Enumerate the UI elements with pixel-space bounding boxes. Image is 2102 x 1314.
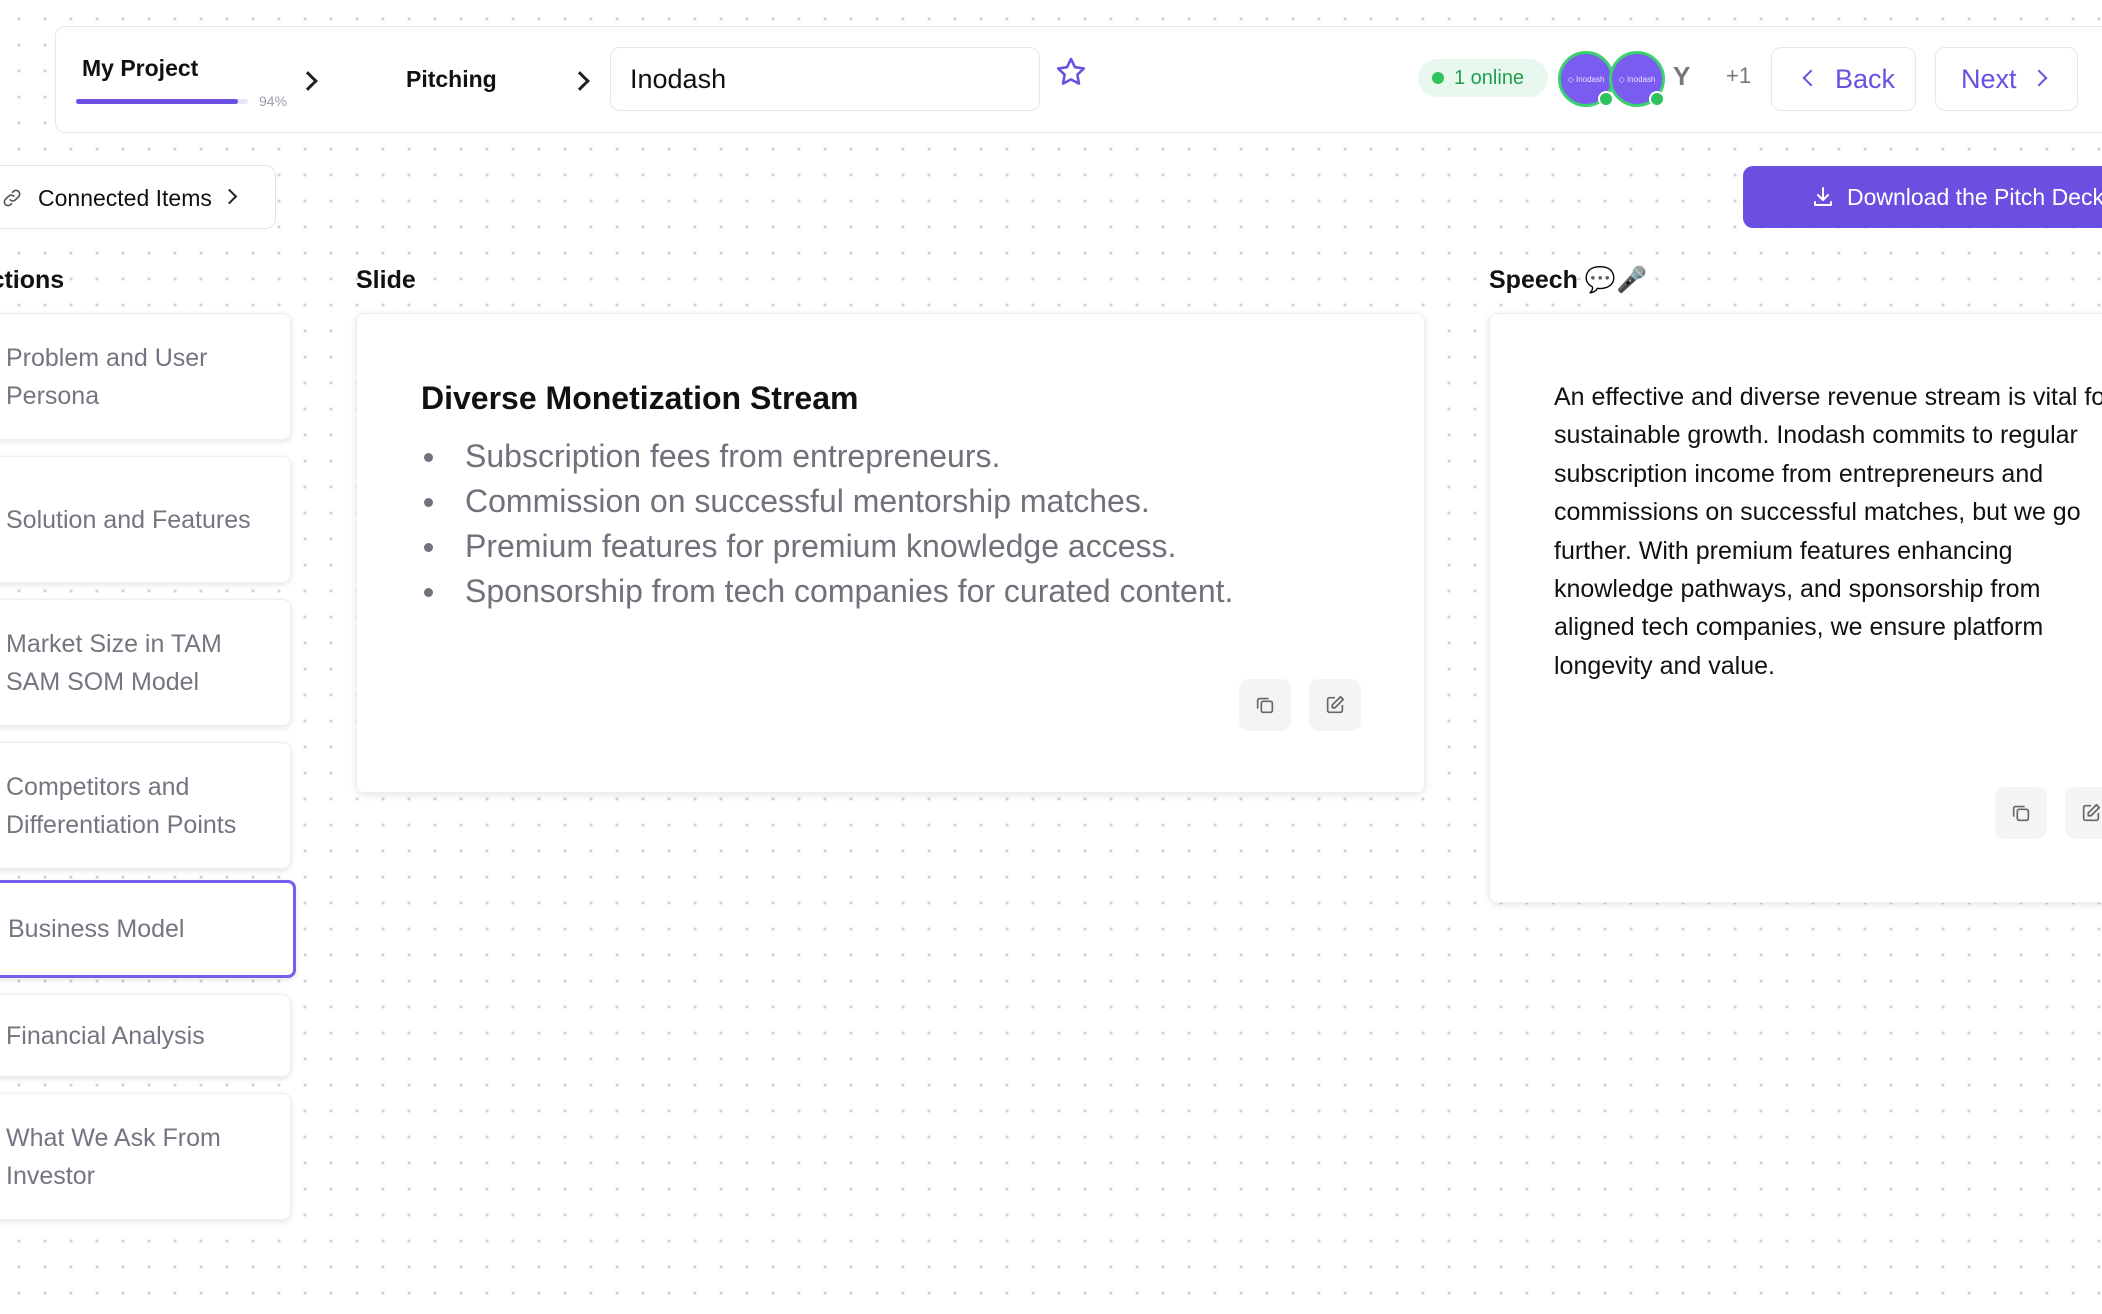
avatar-initial[interactable]: Y	[1673, 61, 1690, 92]
section-item-market-size[interactable]: Market Size in TAM SAM SOM Model	[0, 599, 291, 726]
section-item-investor-ask[interactable]: What We Ask From Investor	[0, 1093, 291, 1220]
avatar-text: ◇ Inodash	[1567, 74, 1605, 84]
slide-heading: Slide	[356, 266, 416, 294]
speech-card: An effective and diverse revenue stream …	[1489, 313, 2102, 903]
project-title[interactable]: My Project	[82, 55, 198, 82]
edit-icon	[2082, 803, 2101, 822]
section-item-label: Financial Analysis	[6, 1021, 205, 1050]
chevron-right-icon	[221, 188, 238, 205]
online-dot-icon	[1649, 91, 1665, 107]
chevron-right-icon	[298, 71, 318, 91]
online-dot-icon	[1432, 72, 1444, 84]
copy-icon	[2012, 805, 2030, 822]
avatar[interactable]: ◇ Inodash	[1609, 51, 1665, 107]
project-progress-bar	[76, 99, 248, 104]
section-item-label: Competitors and Differentiation Points	[6, 772, 237, 839]
edit-slide-button[interactable]	[1309, 679, 1361, 731]
breadcrumb-pitching[interactable]: Pitching	[406, 66, 497, 93]
download-icon	[1814, 187, 1832, 206]
online-status-text: 1 online	[1454, 67, 1525, 89]
section-item-financial-analysis[interactable]: Financial Analysis	[0, 994, 291, 1077]
online-status-badge: 1 online	[1418, 59, 1549, 97]
back-button[interactable]: Back	[1771, 47, 1916, 111]
copy-speech-button[interactable]	[1995, 787, 2047, 839]
connected-items-button[interactable]: Connected Items	[0, 165, 276, 229]
copy-icon	[1256, 697, 1274, 714]
sections-heading: Sections	[0, 266, 65, 294]
section-item-solution[interactable]: Solution and Features	[0, 456, 291, 583]
slide-bullet: Subscription fees from entrepreneurs.	[421, 434, 1233, 479]
section-item-label: Solution and Features	[6, 505, 251, 534]
project-name-input[interactable]	[610, 47, 1040, 111]
section-item-label: Business Model	[8, 915, 185, 943]
section-item-label: Market Size in TAM SAM SOM Model	[6, 629, 222, 696]
section-item-problem[interactable]: Problem and User Persona	[0, 313, 291, 440]
section-item-label: Problem and User Persona	[6, 343, 208, 410]
slide-bullet: Premium features for premium knowledge a…	[421, 524, 1233, 569]
section-item-label: What We Ask From Investor	[6, 1123, 221, 1190]
chevron-left-icon	[1802, 69, 1820, 87]
star-icon[interactable]	[1054, 55, 1088, 89]
speech-heading: Speech 💬🎤	[1489, 266, 1648, 294]
slide-bullet: Commission on successful mentorship matc…	[421, 479, 1233, 524]
avatar-text: ◇ Inodash	[1618, 74, 1656, 84]
more-users-count[interactable]: +1	[1726, 63, 1751, 89]
slide-bullet: Sponsorship from tech companies for cura…	[421, 569, 1233, 614]
link-icon	[3, 189, 21, 207]
copy-slide-button[interactable]	[1239, 679, 1291, 731]
project-progress-fill	[76, 99, 238, 104]
chevron-right-icon	[2030, 69, 2048, 87]
edit-speech-button[interactable]	[2065, 787, 2102, 839]
top-bar: My Project 94% Pitching 1 online ◇ Inoda…	[55, 26, 2102, 133]
online-dot-icon	[1598, 91, 1614, 107]
next-button-label: Next	[1961, 64, 2017, 94]
project-progress-label: 94%	[259, 93, 288, 109]
section-item-business-model[interactable]: Business Model	[0, 880, 296, 978]
edit-icon	[1326, 695, 1345, 714]
download-pitch-deck-label: Download the Pitch Deck	[1847, 184, 2102, 210]
speech-text: An effective and diverse revenue stream …	[1554, 383, 2102, 680]
slide-title: Diverse Monetization Stream	[421, 380, 859, 416]
download-pitch-deck-button[interactable]: Download the Pitch Deck	[1743, 166, 2102, 228]
chevron-right-icon	[570, 71, 590, 91]
back-button-label: Back	[1835, 64, 1896, 94]
avatar[interactable]: ◇ Inodash	[1558, 51, 1614, 107]
next-button[interactable]: Next	[1935, 47, 2078, 111]
connected-items-label: Connected Items	[38, 185, 212, 211]
section-item-competitors[interactable]: Competitors and Differentiation Points	[0, 742, 291, 869]
slide-card: Diverse Monetization Stream Subscription…	[356, 313, 1425, 793]
slide-bullet-list: Subscription fees from entrepreneurs. Co…	[421, 434, 1233, 614]
